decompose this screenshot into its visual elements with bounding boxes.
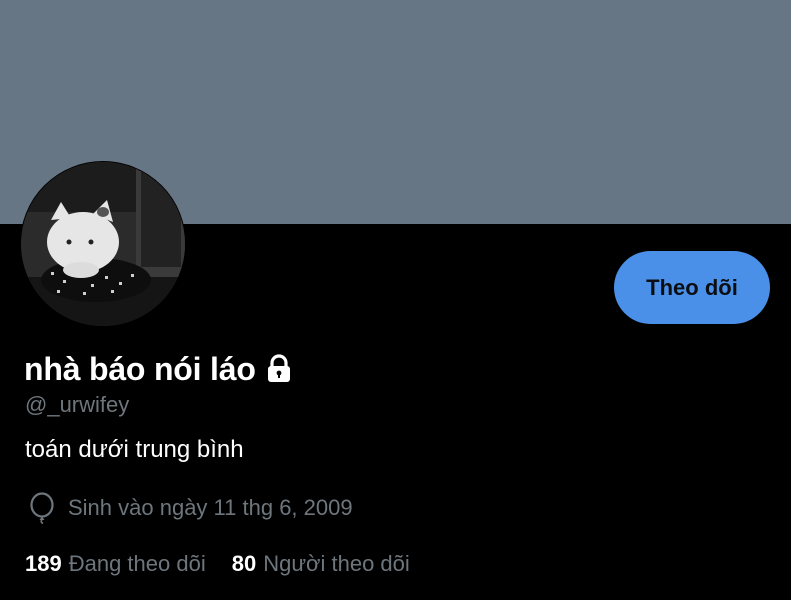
profile-bio: toán dưới trung bình: [25, 436, 244, 463]
following-count: 189: [25, 551, 62, 576]
followers-count: 80: [231, 551, 257, 576]
profile-stats: 189 Đang theo dõi 80 Người theo dõi: [25, 548, 410, 580]
following-stat[interactable]: 189 Đang theo dõi: [25, 548, 206, 580]
name-row: nhà báo nói láo: [24, 348, 296, 390]
followers-stat[interactable]: 80 Người theo dõi: [232, 548, 410, 580]
lock-icon: [262, 352, 296, 386]
avatar-image: [21, 162, 185, 326]
follow-button[interactable]: Theo dõi: [614, 251, 770, 324]
profile-page: Theo dõi nhà báo nói láo @_urwifey toán …: [0, 0, 791, 600]
balloon-icon: [28, 492, 58, 525]
profile-handle: @_urwifey: [25, 392, 130, 417]
avatar[interactable]: [20, 161, 186, 327]
followers-label: Người theo dõi: [263, 551, 410, 576]
following-label: Đang theo dõi: [68, 551, 206, 576]
birth-date: Sinh vào ngày 11 thg 6, 2009: [68, 495, 353, 520]
birth-date-row: Sinh vào ngày 11 thg 6, 2009: [28, 492, 353, 525]
display-name: nhà báo nói láo: [24, 351, 256, 387]
